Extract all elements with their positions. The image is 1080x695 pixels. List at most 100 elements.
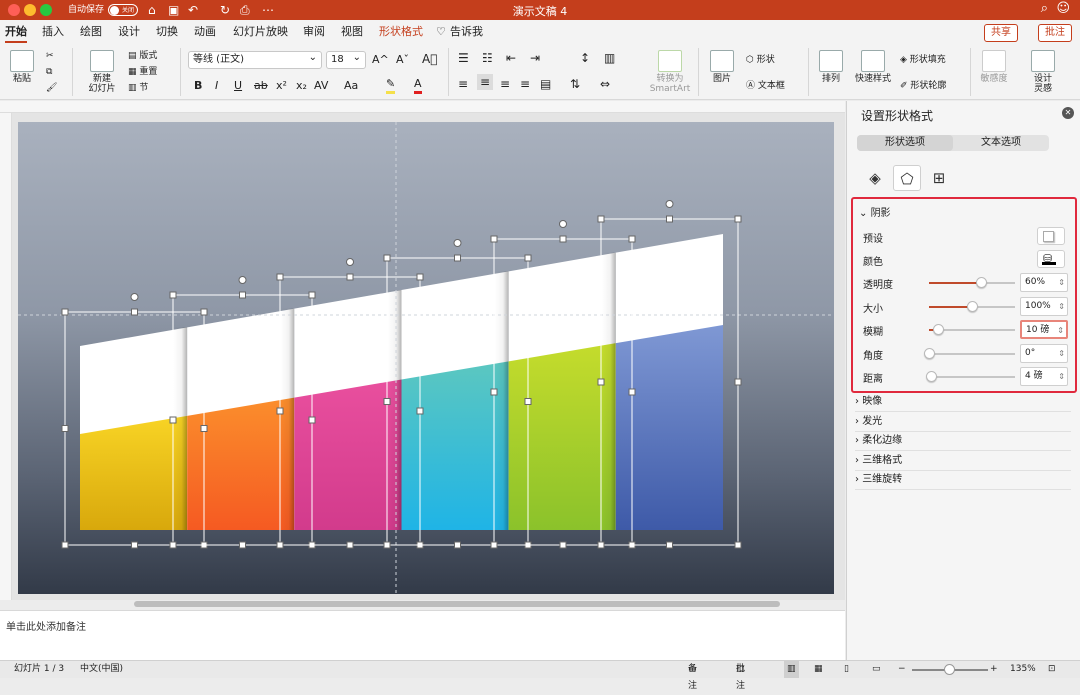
tab-view[interactable]: 视图	[341, 25, 363, 39]
shape-outline-button[interactable]: ✐ 形状轮廓	[900, 80, 946, 92]
tell-me-icon[interactable]: ♡	[436, 25, 446, 39]
tab-shape-options[interactable]: 形状选项	[857, 135, 953, 151]
shadow-color-picker[interactable]: ⛁	[1037, 250, 1065, 268]
resize-handle[interactable]	[239, 291, 246, 299]
line-spacing-icon[interactable]: ↕	[580, 52, 590, 64]
blur-slider-knob[interactable]	[932, 324, 944, 335]
subscript-button[interactable]: x₂	[296, 79, 307, 93]
resize-handle[interactable]	[276, 273, 284, 281]
section-3d-rotation[interactable]: › 三维旋转	[855, 471, 1071, 490]
transparency-slider[interactable]	[929, 277, 1015, 288]
distributed-icon[interactable]: ▤	[540, 78, 551, 90]
notes-pane[interactable]: 单击此处添加备注	[0, 610, 845, 660]
tab-draw[interactable]: 绘图	[80, 25, 102, 39]
align-right-icon[interactable]: ≡	[500, 78, 510, 90]
numbering-icon[interactable]: ☷	[482, 52, 493, 64]
search-icon[interactable]: ⌕	[1041, 1, 1048, 16]
section-reflection[interactable]: › 映像	[855, 393, 1071, 412]
resize-handle[interactable]	[454, 254, 461, 262]
blur-slider[interactable]	[929, 324, 1015, 335]
share-button[interactable]: 共享	[984, 24, 1018, 42]
paste-button[interactable]: 粘贴	[6, 50, 38, 84]
cut-icon[interactable]: ✂	[46, 50, 54, 62]
slide-canvas[interactable]	[18, 122, 834, 594]
slide-sorter-icon[interactable]: ▦	[814, 661, 823, 678]
transparency-input[interactable]: 60%	[1020, 273, 1068, 292]
fill-line-icon[interactable]: ◈	[861, 165, 889, 191]
tab-home[interactable]: 开始	[5, 25, 27, 43]
align-text-icon[interactable]: ⇔	[600, 78, 610, 90]
size-properties-icon[interactable]: ⊞	[925, 165, 953, 191]
resize-handle[interactable]	[169, 541, 177, 549]
resize-handle[interactable]	[559, 235, 567, 243]
size-input[interactable]: 100%	[1020, 296, 1068, 316]
distance-input[interactable]: 4 磅	[1020, 367, 1068, 386]
shadow-preset-picker[interactable]	[1037, 227, 1065, 245]
section-glow[interactable]: › 发光	[855, 413, 1071, 432]
resize-handle[interactable]	[559, 541, 567, 549]
clear-format-icon[interactable]: A⃠	[422, 53, 437, 65]
shadow-header[interactable]: ⌄ 阴影	[859, 204, 891, 219]
tab-insert[interactable]: 插入	[42, 25, 64, 39]
tab-transitions[interactable]: 切换	[156, 25, 178, 39]
highlight-color-icon[interactable]: ✎	[386, 77, 396, 94]
align-left-icon[interactable]: ≡	[458, 78, 468, 90]
arrange-button[interactable]: 排列	[816, 50, 846, 84]
angle-slider-knob[interactable]	[924, 347, 935, 359]
close-icon[interactable]: ✕	[1062, 107, 1074, 119]
comments-button[interactable]: 批注	[1038, 24, 1072, 42]
resize-handle[interactable]	[416, 273, 424, 281]
superscript-button[interactable]: x²	[276, 79, 287, 93]
picture-button[interactable]: 图片	[706, 50, 738, 84]
zoom-out-icon[interactable]: −	[898, 661, 906, 678]
size-slider[interactable]	[929, 300, 1015, 312]
resize-handle[interactable]	[169, 291, 177, 299]
change-case-button[interactable]: Aa	[344, 79, 358, 93]
tab-review[interactable]: 审阅	[303, 25, 325, 39]
resize-handle[interactable]	[383, 254, 391, 262]
tab-text-options[interactable]: 文本选项	[953, 135, 1049, 151]
resize-handle[interactable]	[61, 541, 69, 549]
angle-input[interactable]: 0°	[1020, 343, 1068, 363]
blur-input[interactable]: 10 磅	[1020, 320, 1068, 339]
shape-fill-button[interactable]: ◈ 形状填充	[900, 54, 946, 66]
resize-handle[interactable]	[308, 291, 316, 299]
italic-button[interactable]: I	[215, 79, 218, 93]
resize-handle[interactable]	[628, 235, 636, 243]
resize-handle[interactable]	[490, 541, 498, 549]
distance-slider[interactable]	[925, 371, 1015, 382]
resize-handle[interactable]	[169, 416, 177, 424]
size-slider-knob[interactable]	[967, 300, 978, 312]
tab-shape-format[interactable]: 形状格式	[379, 25, 423, 39]
tab-animations[interactable]: 动画	[194, 25, 216, 39]
decrease-indent-icon[interactable]: ⇤	[506, 52, 516, 64]
effects-pentagon-icon[interactable]: ⬠	[893, 165, 921, 191]
align-center-icon[interactable]: ≡	[477, 74, 494, 90]
resize-handle[interactable]	[666, 215, 673, 223]
textbox-button[interactable]: Ⓐ 文本框	[746, 80, 785, 92]
grow-font-icon[interactable]: A^	[372, 54, 389, 66]
horizontal-scrollbar[interactable]	[134, 601, 780, 607]
font-name-select[interactable]: 等线 (正文)	[188, 50, 322, 69]
copy-icon[interactable]: ⧉	[46, 66, 52, 78]
angle-slider[interactable]	[924, 347, 1015, 359]
slideshow-icon[interactable]: ▭	[872, 661, 881, 678]
underline-button[interactable]: U	[234, 79, 242, 93]
resize-handle[interactable]	[200, 425, 208, 432]
rotate-handle[interactable]	[130, 293, 139, 301]
columns-icon[interactable]: ▥	[604, 52, 615, 64]
step-color-panel[interactable]	[508, 343, 616, 530]
tab-design[interactable]: 设计	[118, 25, 140, 39]
rotate-handle[interactable]	[559, 220, 567, 228]
step-color-panel[interactable]	[187, 397, 295, 530]
reset-button[interactable]: ▦ 重置	[128, 66, 157, 78]
sensitivity-button[interactable]: 敏感度	[976, 50, 1012, 84]
new-slide-button[interactable]: 新建 幻灯片	[82, 50, 122, 94]
horizontal-ruler[interactable]	[0, 101, 845, 113]
transparency-slider-knob[interactable]	[975, 277, 987, 288]
step-color-panel[interactable]	[401, 361, 509, 530]
tab-slideshow[interactable]: 幻灯片放映	[233, 25, 288, 39]
zoom-slider-knob[interactable]	[944, 664, 955, 675]
resize-handle[interactable]	[276, 407, 284, 415]
rotate-handle[interactable]	[665, 200, 674, 208]
